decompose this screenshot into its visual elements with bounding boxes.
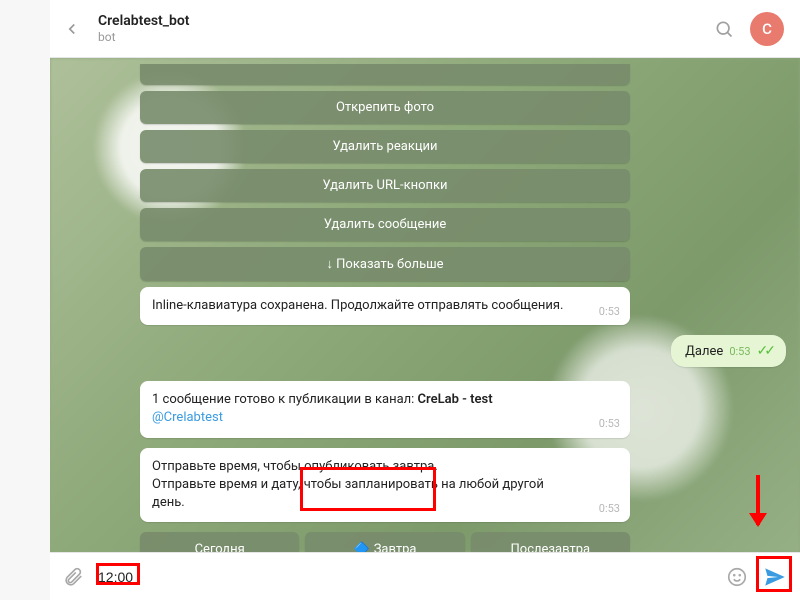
emoji-button[interactable] [724, 564, 750, 590]
menu-button-label: Удалить реакции [332, 139, 437, 154]
message-text: 1 сообщение готово к публикации в канал: [152, 392, 418, 407]
menu-button-label: ↓ Показать больше [326, 257, 443, 272]
kb-button-label: Послезавтра [511, 542, 591, 552]
message-time: 0:53 [599, 304, 620, 319]
menu-button[interactable]: Удалить URL-кнопки [140, 169, 630, 202]
kb-button-label: Завтра [374, 542, 417, 552]
kb-tomorrow-button[interactable]: 🔷 Завтра [305, 532, 464, 552]
menu-button[interactable]: Удалить сообщение [140, 208, 630, 241]
search-button[interactable] [710, 15, 738, 43]
bot-message: 1 сообщение готово к публикации в канал:… [140, 381, 630, 437]
user-message: Далее 0:53 ✓✓ [671, 335, 786, 367]
bot-message: Inline-клавиатура сохранена. Продолжайте… [140, 287, 630, 325]
chat-header: Crelabtest_bot bot C [50, 0, 800, 58]
message-input[interactable] [96, 563, 714, 591]
menu-button[interactable] [140, 64, 630, 85]
diamond-icon: 🔷 [354, 542, 370, 552]
message-channel-name: CreLab - test [418, 392, 493, 407]
menu-button-label: Удалить URL-кнопки [322, 178, 447, 193]
send-button[interactable] [760, 562, 790, 592]
kb-today-button[interactable]: Сегодня [140, 532, 299, 552]
menu-button-label: Открепить фото [336, 100, 434, 115]
chat-subtitle: bot [98, 30, 698, 44]
menu-button[interactable]: Удалить реакции [140, 130, 630, 163]
attach-button[interactable] [60, 564, 86, 590]
message-time: 0:53 [599, 416, 620, 431]
out-message-row: Далее 0:53 ✓✓ [140, 335, 630, 381]
keyboard-row: Сегодня 🔷 Завтра Послезавтра [140, 532, 630, 552]
kb-dayafter-button[interactable]: Послезавтра [471, 532, 630, 552]
menu-button[interactable]: ↓ Показать больше [140, 247, 630, 281]
chat-area: Открепить фото Удалить реакции Удалить U… [50, 58, 800, 552]
menu-button-label: Удалить сообщение [324, 217, 446, 232]
message-text: Inline-клавиатура сохранена. Продолжайте… [152, 298, 563, 313]
chat-list-edge [0, 0, 50, 600]
channel-link[interactable]: @Crelabtest [152, 410, 223, 425]
back-button[interactable] [58, 15, 86, 43]
avatar-letter: C [762, 20, 772, 38]
messages-column: Открепить фото Удалить реакции Удалить U… [140, 58, 630, 552]
message-time: 0:53 [729, 345, 750, 358]
message-time: 0:53 [599, 501, 620, 516]
menu-button[interactable]: Открепить фото [140, 91, 630, 124]
read-checks-icon: ✓✓ [757, 343, 772, 359]
kb-button-label: Сегодня [195, 542, 245, 552]
chat-avatar[interactable]: C [750, 12, 784, 46]
bot-message: Отправьте время, чтобы опубликовать завт… [140, 448, 630, 523]
message-text: Отправьте время и дату, чтобы запланиров… [152, 477, 544, 510]
message-text: Отправьте время, чтобы опубликовать завт… [152, 459, 438, 474]
chat-title-block[interactable]: Crelabtest_bot bot [98, 13, 698, 44]
red-arrow-icon [756, 475, 760, 525]
message-input-bar [50, 552, 800, 600]
chat-title: Crelabtest_bot [98, 13, 698, 30]
message-text: Далее [685, 344, 723, 359]
